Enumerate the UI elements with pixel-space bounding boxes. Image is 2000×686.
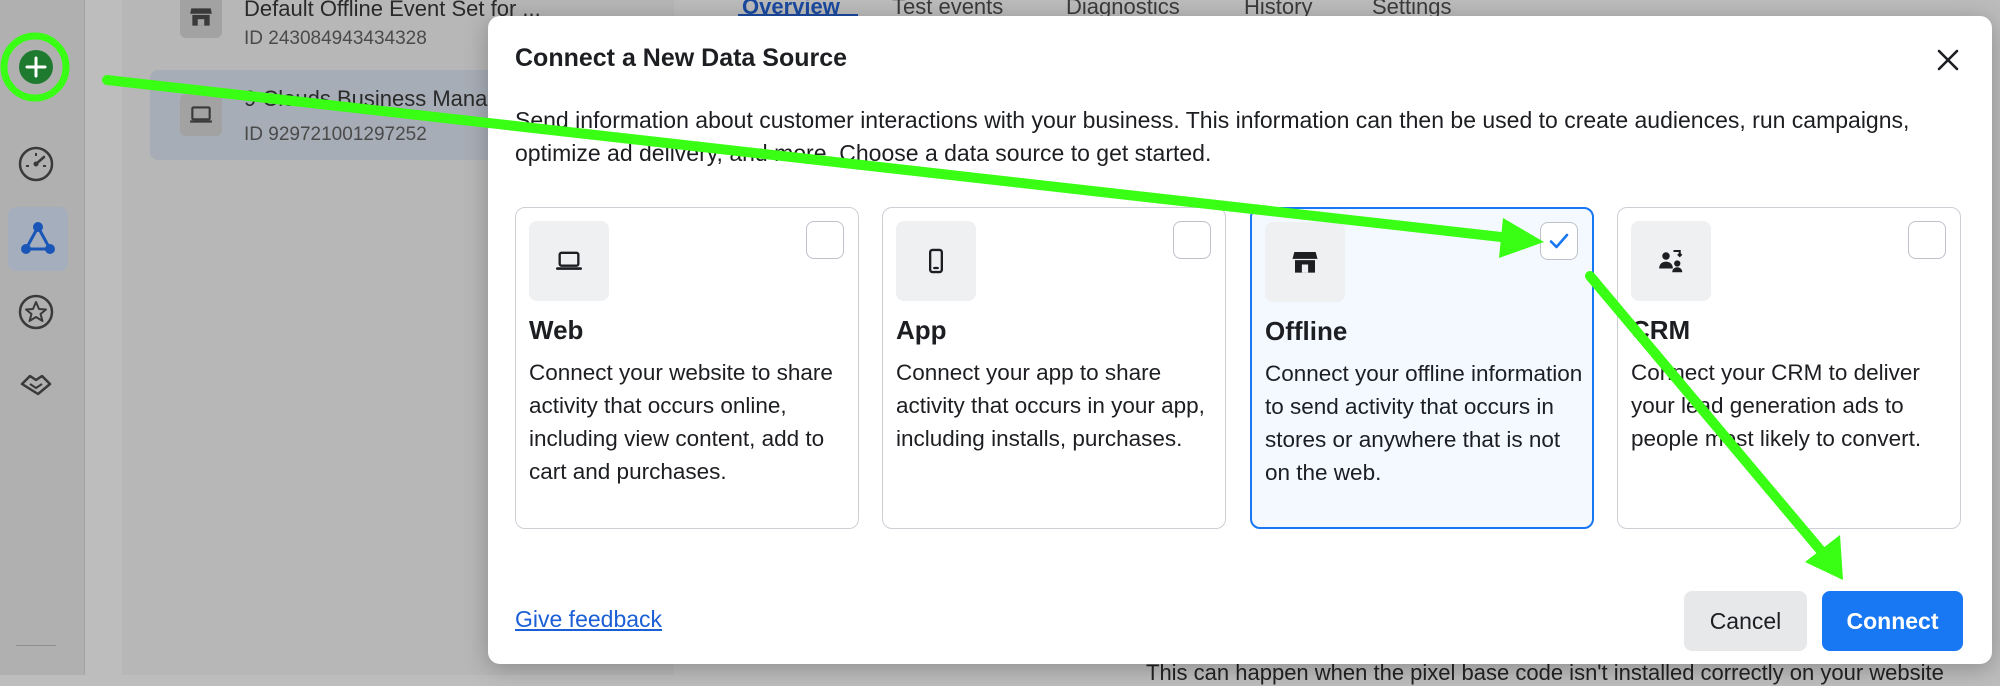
give-feedback-link[interactable]: Give feedback	[515, 606, 662, 633]
nav-divider	[16, 645, 56, 646]
cancel-button[interactable]: Cancel	[1684, 591, 1807, 651]
plus-circle-icon	[19, 50, 53, 84]
partner-integrations-nav-button[interactable]	[14, 362, 58, 406]
phone-icon	[896, 221, 976, 301]
list-item-title: 9 Clouds Business Mana	[244, 86, 488, 111]
offline-source-card[interactable]: Offline Connect your offline information…	[1250, 207, 1594, 529]
card-description: Connect your app to share activity that …	[896, 360, 1205, 451]
offline-checkbox[interactable]	[1540, 222, 1578, 260]
dialog-title: Connect a New Data Source	[515, 44, 848, 72]
custom-conversions-nav-button[interactable]	[14, 290, 58, 334]
people-sync-icon	[1631, 221, 1711, 301]
card-description: Connect your website to share activity t…	[529, 360, 833, 484]
storefront-icon	[1265, 222, 1345, 302]
app-checkbox[interactable]	[1173, 221, 1211, 259]
data-sources-nav-button[interactable]	[8, 207, 68, 271]
laptop-icon	[529, 221, 609, 301]
checkmark-icon	[1549, 233, 1569, 249]
close-icon	[1937, 49, 1959, 71]
connect-data-source-dialog: Connect a New Data Source Send informati…	[488, 16, 1992, 664]
overview-nav-button[interactable]	[14, 142, 58, 186]
crm-checkbox[interactable]	[1908, 221, 1946, 259]
dialog-description: Send information about customer interact…	[515, 107, 1910, 166]
list-item-id: ID 929721001297252	[244, 124, 427, 145]
crm-source-card[interactable]: CRM Connect your CRM to deliver your lea…	[1617, 207, 1961, 529]
connect-button[interactable]: Connect	[1822, 591, 1963, 651]
card-description: Connect your offline information to send…	[1265, 361, 1583, 485]
network-icon	[21, 222, 55, 254]
storefront-icon	[180, 0, 222, 38]
gauge-icon	[18, 146, 54, 182]
card-description: Connect your CRM to deliver your lead ge…	[1631, 360, 1922, 451]
star-circle-icon	[18, 294, 54, 330]
add-data-source-button[interactable]	[14, 45, 58, 89]
card-title: Web	[529, 315, 584, 345]
close-button[interactable]	[1930, 42, 1966, 78]
card-title: Offline	[1265, 316, 1348, 346]
web-checkbox[interactable]	[806, 221, 844, 259]
handshake-icon	[20, 374, 52, 396]
card-title: App	[896, 315, 947, 345]
list-item-id: ID 243084943434328	[244, 28, 427, 49]
card-title: CRM	[1631, 315, 1691, 345]
left-navigation	[0, 0, 85, 675]
web-source-card[interactable]: Web Connect your website to share activi…	[515, 207, 859, 529]
laptop-icon	[180, 94, 222, 136]
app-source-card[interactable]: App Connect your app to share activity t…	[882, 207, 1226, 529]
